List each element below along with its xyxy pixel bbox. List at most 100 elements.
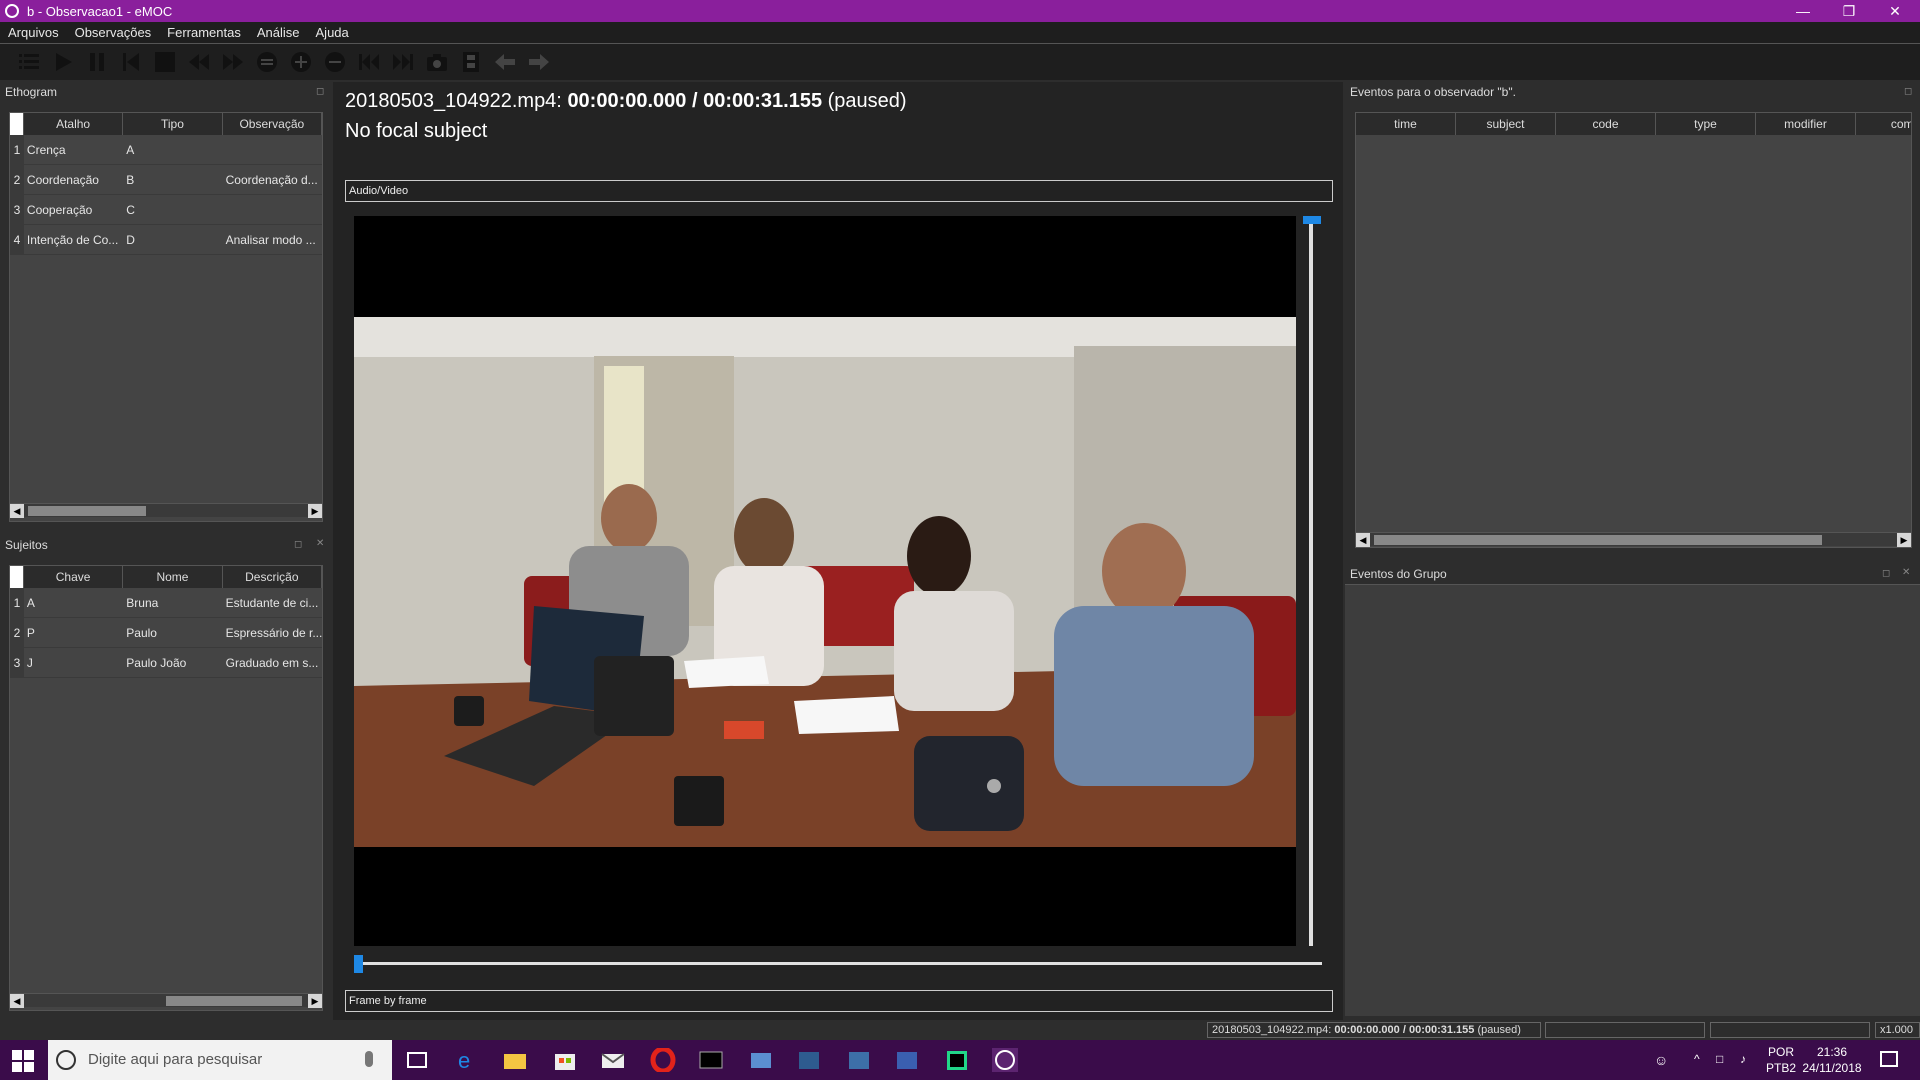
app-icon-2[interactable] bbox=[796, 1048, 822, 1072]
fast-forward-icon[interactable] bbox=[216, 47, 250, 77]
stop-icon[interactable] bbox=[148, 47, 182, 77]
cell[interactable]: A bbox=[24, 588, 123, 617]
opera-icon[interactable] bbox=[650, 1046, 676, 1074]
float-icon[interactable]: ◻ bbox=[1904, 86, 1912, 97]
scroll-thumb[interactable] bbox=[1374, 535, 1822, 545]
volume-slider-handle[interactable] bbox=[1303, 216, 1321, 224]
table-row[interactable]: 2 P Paulo Espressário de r... bbox=[10, 618, 322, 648]
mail-icon[interactable] bbox=[600, 1048, 626, 1072]
menu-arquivos[interactable]: Arquivos bbox=[8, 25, 59, 40]
float-icon[interactable]: ◻ bbox=[294, 539, 302, 550]
col-nome[interactable]: Nome bbox=[123, 566, 223, 588]
notifications-icon[interactable] bbox=[1880, 1051, 1898, 1067]
scroll-thumb[interactable] bbox=[166, 996, 302, 1006]
col-type[interactable]: type bbox=[1656, 113, 1756, 135]
cell[interactable] bbox=[223, 135, 322, 164]
select-all-corner[interactable] bbox=[10, 566, 24, 588]
pycharm-icon[interactable] bbox=[944, 1048, 970, 1072]
skip-start-icon[interactable] bbox=[114, 47, 148, 77]
col-time[interactable]: time bbox=[1356, 113, 1456, 135]
table-row[interactable]: 1 Crença A bbox=[10, 135, 322, 165]
cell[interactable] bbox=[223, 195, 322, 224]
windows-start-icon[interactable] bbox=[12, 1050, 34, 1072]
cell[interactable]: Bruna bbox=[123, 588, 222, 617]
forward-arrow-icon[interactable] bbox=[522, 47, 556, 77]
col-subject[interactable]: subject bbox=[1456, 113, 1556, 135]
menu-observacoes[interactable]: Observações bbox=[75, 25, 152, 40]
language-indicator[interactable]: POR PTB2 bbox=[1766, 1044, 1796, 1076]
terminal-icon[interactable] bbox=[698, 1048, 724, 1072]
cell[interactable]: Cooperação bbox=[24, 195, 123, 224]
scroll-left-icon[interactable]: ◀ bbox=[1356, 533, 1370, 547]
app-icon-1[interactable] bbox=[748, 1048, 774, 1072]
close-button[interactable]: ✕ bbox=[1872, 0, 1918, 22]
list-icon[interactable] bbox=[12, 47, 46, 77]
emoc-app-icon[interactable] bbox=[992, 1048, 1018, 1072]
file-explorer-icon[interactable] bbox=[502, 1048, 528, 1072]
tab-frame-by-frame[interactable]: Frame by frame bbox=[345, 990, 1333, 1012]
task-view-icon[interactable] bbox=[404, 1048, 430, 1072]
cell[interactable]: D bbox=[123, 225, 222, 254]
subjects-hscrollbar[interactable]: ◀ ▶ bbox=[10, 993, 322, 1008]
network-icon[interactable]: □ bbox=[1716, 1052, 1723, 1066]
equal-icon[interactable] bbox=[250, 47, 284, 77]
app-icon-4[interactable] bbox=[894, 1048, 920, 1072]
float-icon[interactable]: ◻ bbox=[316, 86, 324, 97]
ethogram-hscrollbar[interactable]: ◀ ▶ bbox=[10, 503, 322, 518]
close-icon[interactable]: ✕ bbox=[316, 538, 324, 549]
cell[interactable]: Paulo bbox=[123, 618, 222, 647]
col-chave[interactable]: Chave bbox=[24, 566, 124, 588]
cell[interactable]: Crença bbox=[24, 135, 123, 164]
microphone-icon[interactable] bbox=[365, 1051, 373, 1067]
taskbar-search-input[interactable]: Digite aqui para pesquisar bbox=[48, 1040, 392, 1080]
play-icon[interactable] bbox=[46, 47, 80, 77]
table-row[interactable]: 1 A Bruna Estudante de ci... bbox=[10, 588, 322, 618]
select-all-corner[interactable] bbox=[10, 113, 24, 135]
back-arrow-icon[interactable] bbox=[488, 47, 522, 77]
people-icon[interactable]: ☺ bbox=[1654, 1052, 1668, 1068]
clock[interactable]: 21:36 24/11/2018 bbox=[1800, 1044, 1864, 1076]
store-icon[interactable] bbox=[552, 1048, 578, 1072]
next-icon[interactable] bbox=[386, 47, 420, 77]
cell[interactable]: Estudante de ci... bbox=[223, 588, 322, 617]
camera-icon[interactable] bbox=[420, 47, 454, 77]
previous-icon[interactable] bbox=[352, 47, 386, 77]
scroll-right-icon[interactable]: ▶ bbox=[308, 994, 322, 1008]
seek-bar-handle[interactable] bbox=[354, 955, 363, 973]
seek-bar-track[interactable] bbox=[354, 962, 1322, 965]
cell[interactable]: Graduado em s... bbox=[223, 648, 322, 677]
close-icon[interactable]: ✕ bbox=[1902, 567, 1910, 578]
table-row[interactable]: 4 Intenção de Co... D Analisar modo ... bbox=[10, 225, 322, 255]
cortana-icon[interactable] bbox=[56, 1050, 76, 1070]
col-observacao[interactable]: Observação bbox=[223, 113, 322, 135]
scroll-thumb[interactable] bbox=[28, 506, 146, 516]
col-atalho[interactable]: Atalho bbox=[24, 113, 124, 135]
col-tipo[interactable]: Tipo bbox=[123, 113, 223, 135]
app-icon-3[interactable] bbox=[846, 1048, 872, 1072]
events-hscrollbar[interactable]: ◀ ▶ bbox=[1356, 532, 1911, 547]
cell[interactable]: P bbox=[24, 618, 123, 647]
pause-icon[interactable] bbox=[80, 47, 114, 77]
minimize-button[interactable]: — bbox=[1780, 0, 1826, 22]
col-modifier[interactable]: modifier bbox=[1756, 113, 1856, 135]
cell[interactable]: Paulo João bbox=[123, 648, 222, 677]
menu-ferramentas[interactable]: Ferramentas bbox=[167, 25, 241, 40]
scroll-right-icon[interactable]: ▶ bbox=[1897, 533, 1911, 547]
cell[interactable]: Intenção de Co... bbox=[24, 225, 123, 254]
scroll-right-icon[interactable]: ▶ bbox=[308, 504, 322, 518]
cell[interactable]: J bbox=[24, 648, 123, 677]
restore-button[interactable]: ❐ bbox=[1826, 0, 1872, 22]
cell[interactable]: Coordenação d... bbox=[223, 165, 322, 194]
chevron-up-icon[interactable]: ^ bbox=[1694, 1052, 1700, 1066]
cell[interactable]: B bbox=[123, 165, 222, 194]
film-icon[interactable] bbox=[454, 47, 488, 77]
zoom-in-icon[interactable] bbox=[284, 47, 318, 77]
cell[interactable]: Espressário de r... bbox=[223, 618, 322, 647]
float-icon[interactable]: ◻ bbox=[1882, 568, 1890, 579]
cell[interactable]: C bbox=[123, 195, 222, 224]
menu-ajuda[interactable]: Ajuda bbox=[316, 25, 349, 40]
video-frame[interactable] bbox=[354, 216, 1296, 946]
cell[interactable]: A bbox=[123, 135, 222, 164]
scroll-left-icon[interactable]: ◀ bbox=[10, 994, 24, 1008]
scroll-left-icon[interactable]: ◀ bbox=[10, 504, 24, 518]
